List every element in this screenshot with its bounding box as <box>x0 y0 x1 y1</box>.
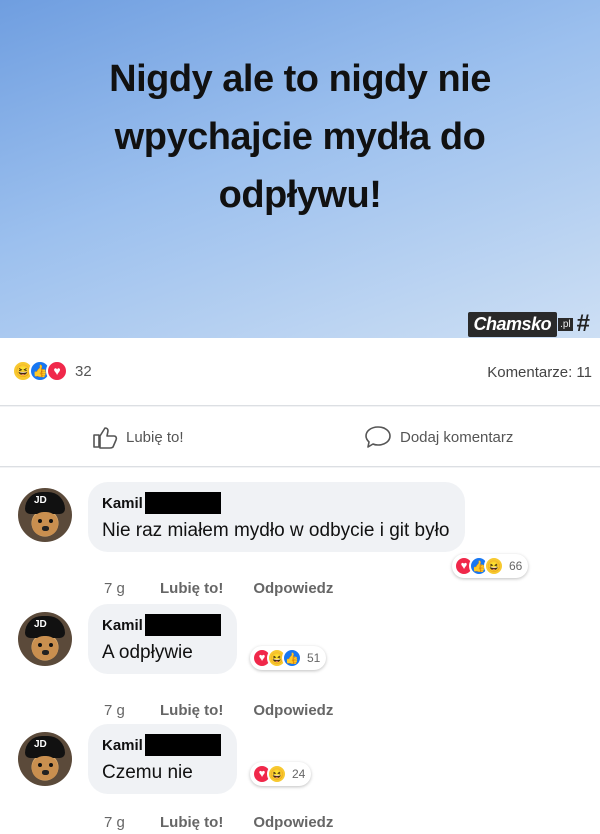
add-comment-label: Dodaj komentarz <box>400 428 514 446</box>
post-actions: Lubię to! Dodaj komentarz <box>0 407 600 467</box>
comment-author[interactable]: Kamil <box>102 614 221 636</box>
like-reaction-icon: 👍 <box>282 648 302 668</box>
like-button[interactable]: Lubię to! <box>92 425 184 449</box>
comment-like-link[interactable]: Lubię to! <box>160 580 223 597</box>
comment-like-link[interactable]: Lubię to! <box>160 702 223 719</box>
like-button-label: Lubię to! <box>126 428 184 446</box>
comment-reply-link[interactable]: Odpowiedz <box>253 702 333 719</box>
avatar[interactable]: JD <box>18 732 72 786</box>
comment-reactions-count: 24 <box>292 767 306 781</box>
comment-time[interactable]: 7 g <box>104 702 160 719</box>
comment-reactions-count: 66 <box>509 559 523 573</box>
comment-reactions[interactable]: ♥ 👍 😆 66 <box>452 554 529 578</box>
watermark-text: Chamsko <box>467 311 558 337</box>
reactions-count: 32 <box>75 362 92 380</box>
comment-time[interactable]: 7 g <box>104 814 160 831</box>
comment-bubble: Kamil Nie raz miałem mydło w odbycie i g… <box>88 482 466 552</box>
comment-meta: 7 g Lubię to! Odpowiedz <box>104 814 363 831</box>
avatar[interactable]: JD <box>18 488 72 542</box>
love-reaction-icon: ♥ <box>46 360 68 382</box>
add-comment-button[interactable]: Dodaj komentarz <box>364 425 513 449</box>
comment-author-name: Kamil <box>102 616 143 634</box>
censor-bar <box>144 614 221 636</box>
comment-icon <box>365 426 391 448</box>
comments-count[interactable]: Komentarze: 11 <box>487 364 592 381</box>
comment-author[interactable]: Kamil <box>102 492 449 514</box>
comment-text: A odpływie <box>102 642 193 663</box>
comment-author-name: Kamil <box>102 494 143 512</box>
comment-reactions[interactable]: ♥ 😆 👍 51 <box>250 646 327 670</box>
post-image-text: Nigdy ale to nigdy nie wpychajcie mydła … <box>109 58 491 216</box>
thumbs-up-icon <box>93 427 118 449</box>
comment-time[interactable]: 7 g <box>104 580 160 597</box>
comment-author[interactable]: Kamil <box>102 734 221 756</box>
comment-item: JD Kamil Czemu nie ♥ 😆 24 7 g Lubię to! … <box>0 724 600 834</box>
comment-meta: 7 g Lubię to! Odpowiedz <box>104 580 363 597</box>
comment-bubble: Kamil Czemu nie <box>88 724 237 794</box>
haha-reaction-icon: 😆 <box>484 556 504 576</box>
haha-reaction-icon: 😆 <box>267 764 287 784</box>
comment-reply-link[interactable]: Odpowiedz <box>253 580 333 597</box>
comment-author-name: Kamil <box>102 736 143 754</box>
post-stats: 😆 👍 ♥ 32 Komentarze: 11 <box>0 338 600 406</box>
censor-bar <box>144 492 221 514</box>
comments-list: JD Kamil Nie raz miałem mydło w odbycie … <box>0 468 600 834</box>
hash-icon: # <box>576 310 590 337</box>
comment-reply-link[interactable]: Odpowiedz <box>253 814 333 831</box>
comment-item: JD Kamil Nie raz miałem mydło w odbycie … <box>0 482 600 602</box>
post-image: Nigdy ale to nigdy nie wpychajcie mydła … <box>0 0 600 338</box>
watermark-suffix: .pl <box>558 317 573 331</box>
comment-reactions[interactable]: ♥ 😆 24 <box>250 762 312 786</box>
comment-meta: 7 g Lubię to! Odpowiedz <box>104 702 363 719</box>
avatar[interactable]: JD <box>18 612 72 666</box>
comment-bubble: Kamil A odpływie <box>88 604 237 674</box>
comment-text: Nie raz miałem mydło w odbycie i git był… <box>102 520 450 541</box>
comment-like-link[interactable]: Lubię to! <box>160 814 223 831</box>
censor-bar <box>144 734 221 756</box>
watermark: Chamsko .pl # <box>467 310 590 338</box>
reactions-summary[interactable]: 😆 👍 ♥ 32 <box>12 360 92 382</box>
comment-reactions-count: 51 <box>307 651 321 665</box>
comment-item: JD Kamil A odpływie ♥ 😆 👍 51 7 g Lubię t… <box>0 604 600 724</box>
comment-text: Czemu nie <box>102 762 193 783</box>
